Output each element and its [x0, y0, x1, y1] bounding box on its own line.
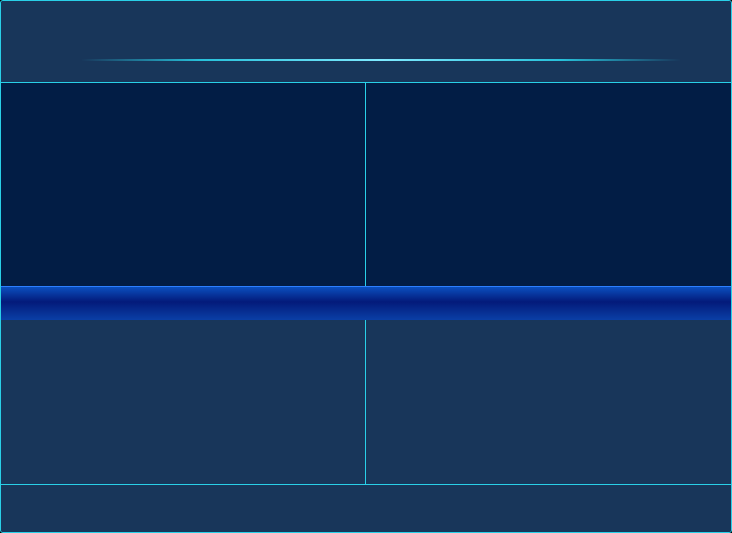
- bottom-left-panel: [1, 320, 366, 485]
- top-left-panel: [1, 83, 366, 286]
- dashboard-frame: [0, 0, 732, 533]
- dashboard-header: [1, 1, 731, 83]
- dashboard-footer: [1, 485, 731, 532]
- top-right-panel: [366, 83, 731, 286]
- header-glow-line: [81, 59, 681, 61]
- section-divider-band: [1, 286, 731, 321]
- bottom-right-panel: [366, 320, 731, 485]
